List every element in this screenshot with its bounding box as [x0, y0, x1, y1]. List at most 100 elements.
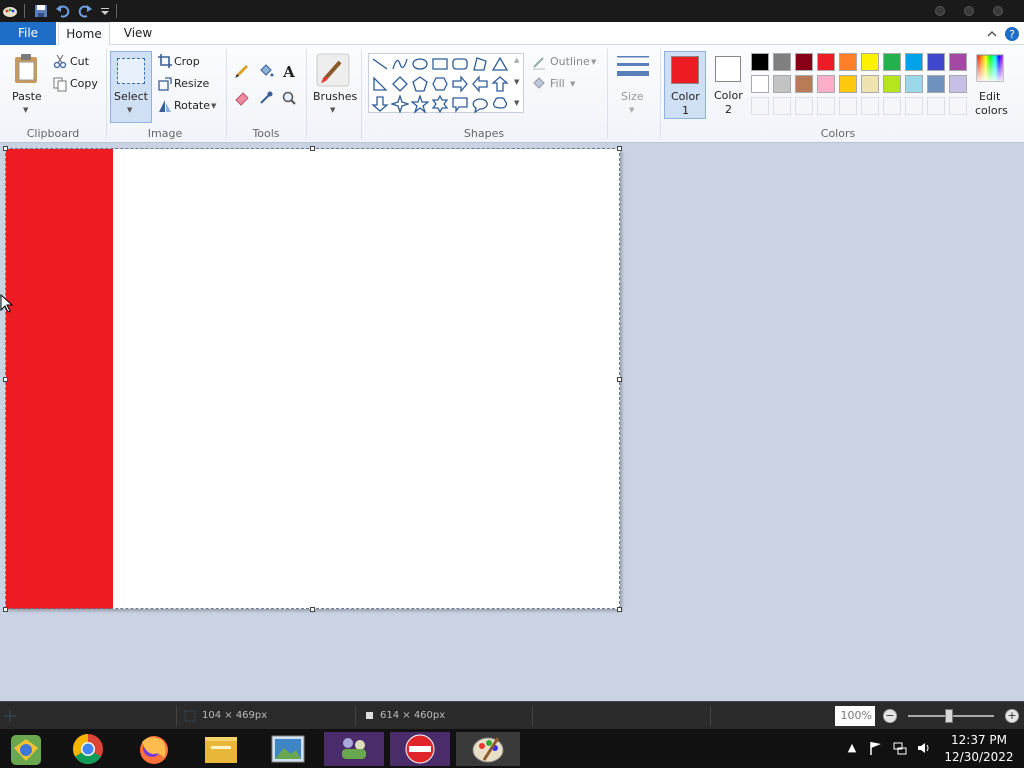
resize-button[interactable]: Resize: [174, 77, 209, 90]
curve-shape-icon[interactable]: [391, 55, 409, 73]
five-point-star-shape-icon[interactable]: [411, 95, 429, 113]
oval-callout-shape-icon[interactable]: [471, 95, 489, 113]
outline-icon[interactable]: [531, 54, 547, 70]
palette-swatch[interactable]: [839, 53, 857, 71]
palette-swatch[interactable]: [905, 53, 923, 71]
palette-swatch[interactable]: [773, 53, 791, 71]
people-icon[interactable]: [322, 732, 386, 766]
expand-gallery-icon[interactable]: ▼: [514, 99, 519, 107]
oval-shape-icon[interactable]: [411, 55, 429, 73]
select-button[interactable]: Select ▼: [110, 51, 152, 123]
chevron-down-icon[interactable]: ▼: [629, 106, 634, 114]
down-arrow-shape-icon[interactable]: [371, 95, 389, 113]
palette-swatch[interactable]: [861, 53, 879, 71]
cut-icon[interactable]: [52, 53, 68, 69]
custom-color-slot[interactable]: [927, 97, 945, 115]
eraser-icon[interactable]: [234, 90, 250, 106]
redo-icon[interactable]: [77, 3, 93, 19]
palette-swatch[interactable]: [839, 75, 857, 93]
edit-colors-label-2[interactable]: colors: [975, 104, 1008, 117]
custom-color-slot[interactable]: [751, 97, 769, 115]
line-shape-icon[interactable]: [371, 55, 389, 73]
paste-icon[interactable]: [12, 53, 42, 85]
edit-colors-icon[interactable]: [975, 53, 1005, 83]
rectangle-shape-icon[interactable]: [431, 55, 449, 73]
resize-handle[interactable]: [310, 146, 315, 151]
zoom-in-button[interactable]: +: [1005, 709, 1019, 723]
right-arrow-shape-icon[interactable]: [451, 75, 469, 93]
network-icon[interactable]: [893, 741, 907, 755]
brushes-icon[interactable]: [316, 53, 350, 87]
color2-button[interactable]: Color 2: [708, 51, 750, 119]
size-label[interactable]: Size: [621, 90, 644, 103]
resize-handle[interactable]: [617, 377, 622, 382]
cut-button[interactable]: Cut: [70, 55, 89, 68]
scroll-down-icon[interactable]: ▼: [514, 78, 519, 86]
shapes-gallery[interactable]: ▲ ▼ ▼: [368, 53, 524, 113]
file-explorer-icon[interactable]: [189, 732, 253, 766]
chevron-down-icon[interactable]: ▼: [23, 106, 28, 114]
resize-handle[interactable]: [3, 146, 8, 151]
resize-handle[interactable]: [617, 146, 622, 151]
copy-icon[interactable]: [52, 76, 68, 92]
volume-icon[interactable]: [917, 741, 931, 755]
palette-swatch[interactable]: [905, 75, 923, 93]
custom-color-slot[interactable]: [795, 97, 813, 115]
maximize-button[interactable]: [964, 6, 974, 16]
fill-icon[interactable]: [531, 76, 547, 92]
photos-icon[interactable]: [256, 732, 320, 766]
blocked-app-icon[interactable]: [388, 732, 452, 766]
palette-swatch[interactable]: [773, 75, 791, 93]
edit-colors-label[interactable]: Edit: [979, 90, 1000, 103]
save-icon[interactable]: [33, 3, 49, 19]
palette-swatch[interactable]: [861, 75, 879, 93]
paint-taskbar-icon[interactable]: [456, 732, 520, 766]
chevron-down-icon[interactable]: ▼: [570, 80, 575, 88]
palette-swatch[interactable]: [751, 75, 769, 93]
firefox-icon[interactable]: [122, 732, 186, 766]
crop-button[interactable]: Crop: [174, 55, 200, 68]
chevron-down-icon[interactable]: ▼: [330, 106, 335, 114]
clock-date[interactable]: 12/30/2022: [940, 750, 1018, 764]
resize-handle[interactable]: [617, 607, 622, 612]
clock-time[interactable]: 12:37 PM: [940, 733, 1018, 747]
help-icon[interactable]: ?: [1004, 26, 1020, 42]
minimize-ribbon-icon[interactable]: [984, 26, 1000, 42]
pentagon-shape-icon[interactable]: [411, 75, 429, 93]
four-point-star-shape-icon[interactable]: [391, 95, 409, 113]
polygon-shape-icon[interactable]: [471, 55, 489, 73]
color-picker-icon[interactable]: [258, 90, 274, 106]
size-icon[interactable]: [616, 53, 650, 85]
palette-swatch[interactable]: [795, 75, 813, 93]
custom-color-slot[interactable]: [949, 97, 967, 115]
text-icon[interactable]: A: [281, 63, 297, 79]
magnifier-icon[interactable]: [281, 90, 297, 106]
start-button-icon[interactable]: [0, 732, 54, 766]
custom-color-slot[interactable]: [839, 97, 857, 115]
canvas-workspace[interactable]: [0, 143, 1024, 701]
fill-button[interactable]: Fill: [550, 77, 565, 90]
palette-swatch[interactable]: [883, 75, 901, 93]
custom-color-slot[interactable]: [817, 97, 835, 115]
custom-color-slot[interactable]: [861, 97, 879, 115]
resize-handle[interactable]: [3, 607, 8, 612]
palette-swatch[interactable]: [883, 53, 901, 71]
diamond-shape-icon[interactable]: [391, 75, 409, 93]
paste-label[interactable]: Paste: [12, 90, 42, 103]
six-point-star-shape-icon[interactable]: [431, 95, 449, 113]
resize-handle[interactable]: [3, 377, 8, 382]
close-button[interactable]: [993, 6, 1003, 16]
custom-color-slot[interactable]: [905, 97, 923, 115]
tab-view[interactable]: View: [114, 22, 162, 45]
rectangular-callout-shape-icon[interactable]: [451, 95, 469, 113]
brushes-label[interactable]: Brushes: [313, 90, 357, 103]
palette-swatch[interactable]: [949, 53, 967, 71]
resize-handle[interactable]: [310, 607, 315, 612]
rounded-rectangle-shape-icon[interactable]: [451, 55, 469, 73]
pencil-icon[interactable]: [234, 63, 250, 79]
custom-color-slot[interactable]: [773, 97, 791, 115]
action-center-flag-icon[interactable]: [869, 741, 883, 755]
outline-button[interactable]: Outline: [550, 55, 590, 68]
up-arrow-shape-icon[interactable]: [491, 75, 509, 93]
right-triangle-shape-icon[interactable]: [371, 75, 389, 93]
